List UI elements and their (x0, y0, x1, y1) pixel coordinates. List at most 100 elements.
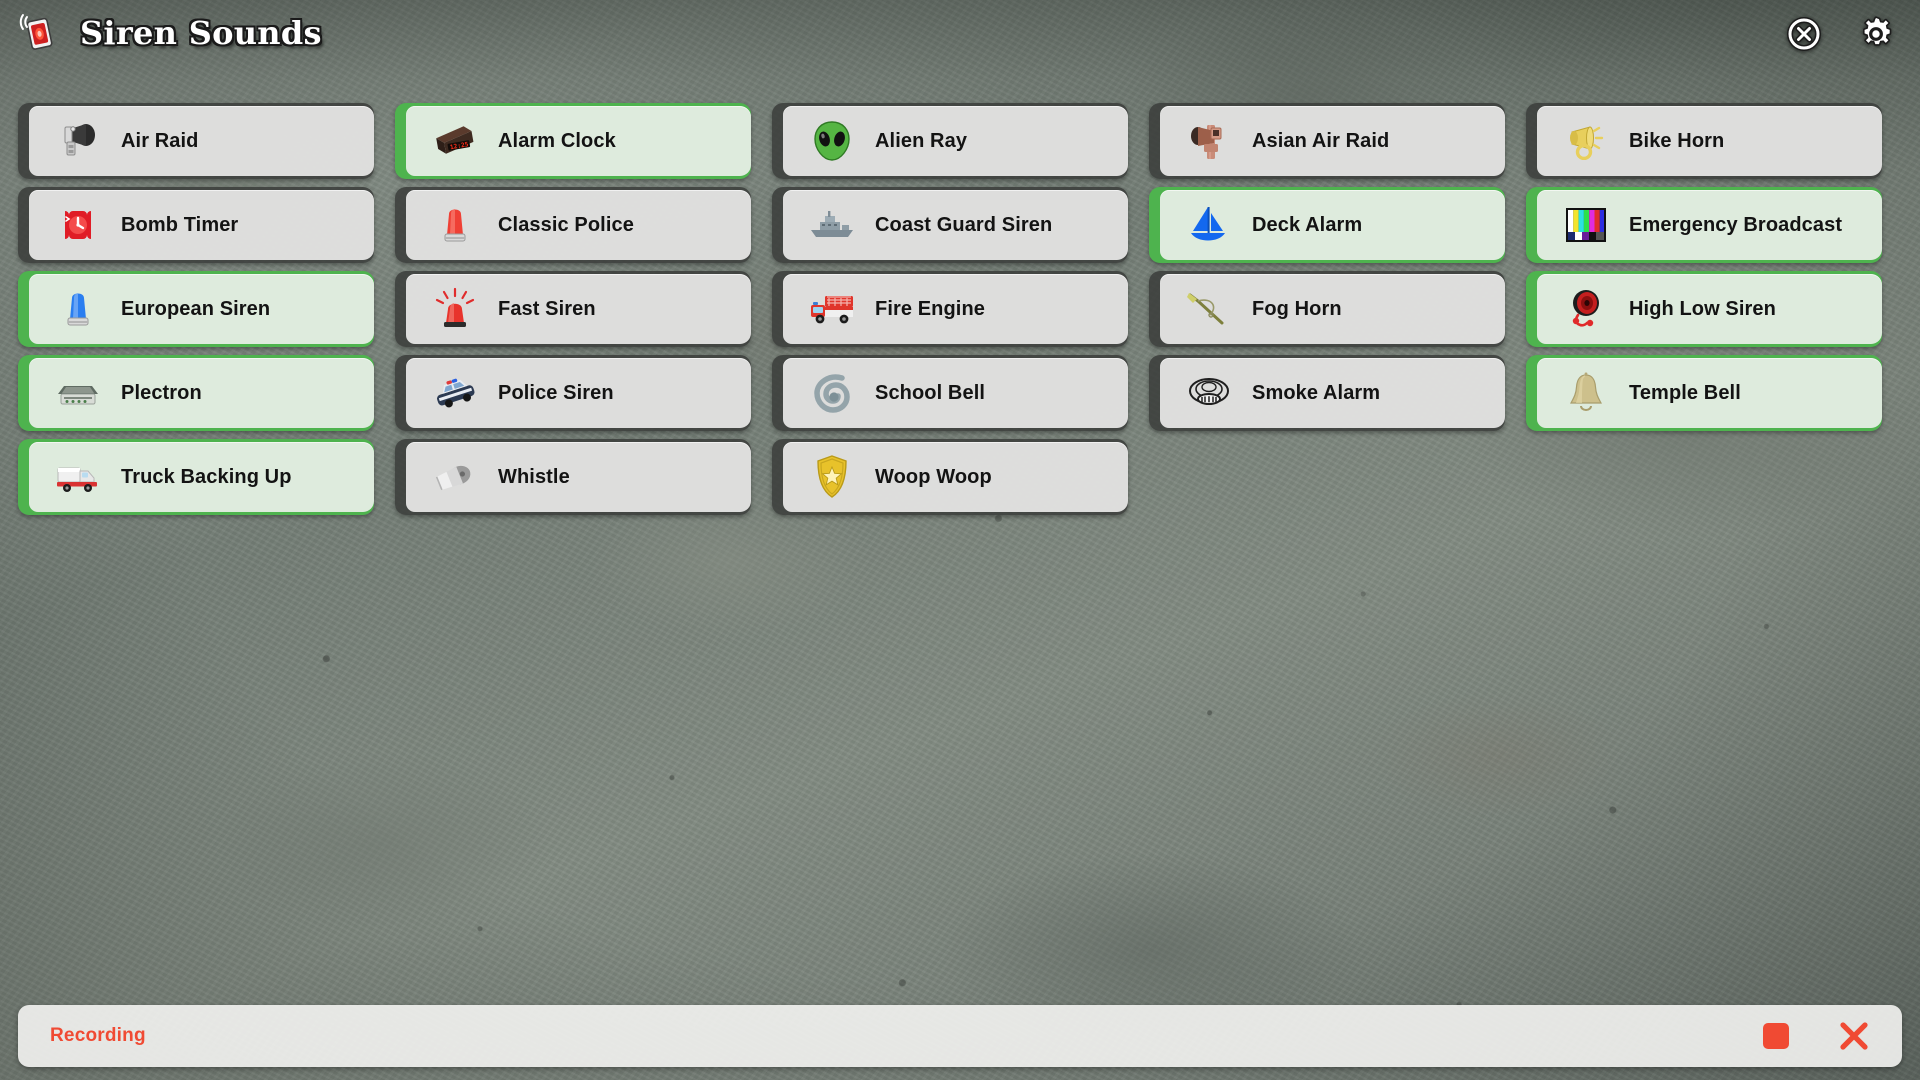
sound-button[interactable]: Plectron (18, 355, 374, 431)
air-raid-siren-icon (53, 118, 103, 164)
sound-button-label: Coast Guard Siren (875, 213, 1053, 236)
sound-button[interactable]: Smoke Alarm (1149, 355, 1505, 431)
plectron-receiver-icon (53, 370, 103, 416)
sound-button-face: Coast Guard Siren (783, 190, 1128, 260)
sound-button-label: Fog Horn (1252, 297, 1342, 320)
x-icon (1840, 1022, 1868, 1050)
sound-button-label: High Low Siren (1629, 297, 1776, 320)
sound-button-label: Deck Alarm (1252, 213, 1363, 236)
sound-button-face: Asian Air Raid (1160, 106, 1505, 176)
cancel-recording-button[interactable] (1834, 1016, 1874, 1056)
sound-button[interactable]: Air Raid (18, 103, 374, 179)
sound-button-face: School Bell (783, 358, 1128, 428)
fog-horn-icon (1184, 286, 1234, 332)
sound-button[interactable]: Fog Horn (1149, 271, 1505, 347)
sound-button[interactable]: Police Siren (395, 355, 751, 431)
sound-button-label: Plectron (121, 381, 202, 404)
sound-button[interactable]: Deck Alarm (1149, 187, 1505, 263)
smoke-detector-icon (1184, 370, 1234, 416)
close-button[interactable] (1782, 12, 1826, 56)
sound-button[interactable]: Bike Horn (1526, 103, 1882, 179)
sound-button-label: Woop Woop (875, 465, 992, 488)
bomb-timer-clock-icon (53, 202, 103, 248)
sound-button-label: Emergency Broadcast (1629, 213, 1843, 236)
alarm-clock-radio-icon: 12:25 (430, 118, 480, 164)
page-title: Siren Sounds (80, 14, 322, 52)
sound-button-face: Alien Ray (783, 106, 1128, 176)
sound-button[interactable]: Truck Backing Up (18, 439, 374, 515)
sound-button-face: Deck Alarm (1160, 190, 1505, 260)
sound-button-label: Temple Bell (1629, 381, 1741, 404)
header-actions (1782, 12, 1898, 56)
whistle-icon (430, 454, 480, 500)
sound-button-face: Whistle (406, 442, 751, 512)
sound-button[interactable]: High Low Siren (1526, 271, 1882, 347)
sound-button-face: Air Raid (29, 106, 374, 176)
ship-icon (807, 202, 857, 248)
sound-button-face: Bomb Timer (29, 190, 374, 260)
sound-button-label: Fire Engine (875, 297, 986, 320)
sound-button[interactable]: 12:25 Alarm Clock (395, 103, 751, 179)
sound-button-label: School Bell (875, 381, 986, 404)
stop-recording-button[interactable] (1756, 1016, 1796, 1056)
sound-button-face: Temple Bell (1537, 358, 1882, 428)
sound-button[interactable]: European Siren (18, 271, 374, 347)
school-bell-spiral-icon (807, 370, 857, 416)
settings-button[interactable] (1854, 12, 1898, 56)
alien-head-icon (807, 118, 857, 164)
sound-button-label: Bike Horn (1629, 129, 1725, 152)
sound-button-face: European Siren (29, 274, 374, 344)
recording-actions (1756, 1016, 1874, 1056)
recording-bar: Recording (18, 1005, 1902, 1067)
sound-button-label: Truck Backing Up (121, 465, 292, 488)
sound-button[interactable]: Emergency Broadcast (1526, 187, 1882, 263)
recording-status-text: Recording (50, 1025, 146, 1046)
sound-button[interactable]: Asian Air Raid (1149, 103, 1505, 179)
police-car-icon (430, 370, 480, 416)
sound-button-face: High Low Siren (1537, 274, 1882, 344)
title-group: Siren Sounds (18, 10, 322, 56)
sound-button-face: Fire Engine (783, 274, 1128, 344)
stop-square-icon (1763, 1023, 1789, 1049)
sound-button[interactable]: Temple Bell (1526, 355, 1882, 431)
flashing-red-light-icon (430, 286, 480, 332)
sound-button-face: Police Siren (406, 358, 751, 428)
sound-button-label: Air Raid (121, 129, 199, 152)
sound-button-label: Police Siren (498, 381, 614, 404)
sound-button[interactable]: Fast Siren (395, 271, 751, 347)
sound-button-grid: Air Raid 12:25 Alarm Clock Alien Ray Asian A… (18, 103, 1902, 515)
gear-icon (1862, 16, 1892, 46)
blue-beacon-light-icon (53, 286, 103, 332)
temple-bell-icon (1561, 370, 1611, 416)
sound-button-label: Fast Siren (498, 297, 596, 320)
sound-button-face: Woop Woop (783, 442, 1128, 512)
sound-button[interactable]: Whistle (395, 439, 751, 515)
bike-horn-icon (1561, 118, 1611, 164)
sound-button-face: Fog Horn (1160, 274, 1505, 344)
sound-button[interactable]: Fire Engine (772, 271, 1128, 347)
sound-button[interactable]: Woop Woop (772, 439, 1128, 515)
police-badge-icon (807, 454, 857, 500)
horn-speaker-icon (1184, 118, 1234, 164)
sound-button[interactable]: Alien Ray (772, 103, 1128, 179)
sound-button[interactable]: Bomb Timer (18, 187, 374, 263)
sound-button-face: 12:25 Alarm Clock (406, 106, 751, 176)
sound-button[interactable]: Classic Police (395, 187, 751, 263)
sound-button-label: European Siren (121, 297, 271, 320)
truck-icon (53, 454, 103, 500)
siren-light-icon (19, 14, 53, 50)
sound-button-label: Alien Ray (875, 129, 968, 152)
sound-button[interactable]: Coast Guard Siren (772, 187, 1128, 263)
round-siren-speaker-icon (1561, 286, 1611, 332)
sound-button-label: Bomb Timer (121, 213, 239, 236)
sailboat-icon (1184, 202, 1234, 248)
sound-button[interactable]: School Bell (772, 355, 1128, 431)
sound-button-face: Plectron (29, 358, 374, 428)
sound-button-face: Fast Siren (406, 274, 751, 344)
sound-button-face: Classic Police (406, 190, 751, 260)
sound-button-label: Smoke Alarm (1252, 381, 1381, 404)
sound-button-label: Asian Air Raid (1252, 129, 1390, 152)
app-header: Siren Sounds (0, 0, 1920, 82)
sound-button-label: Alarm Clock (498, 129, 616, 152)
sound-button-face: Truck Backing Up (29, 442, 374, 512)
